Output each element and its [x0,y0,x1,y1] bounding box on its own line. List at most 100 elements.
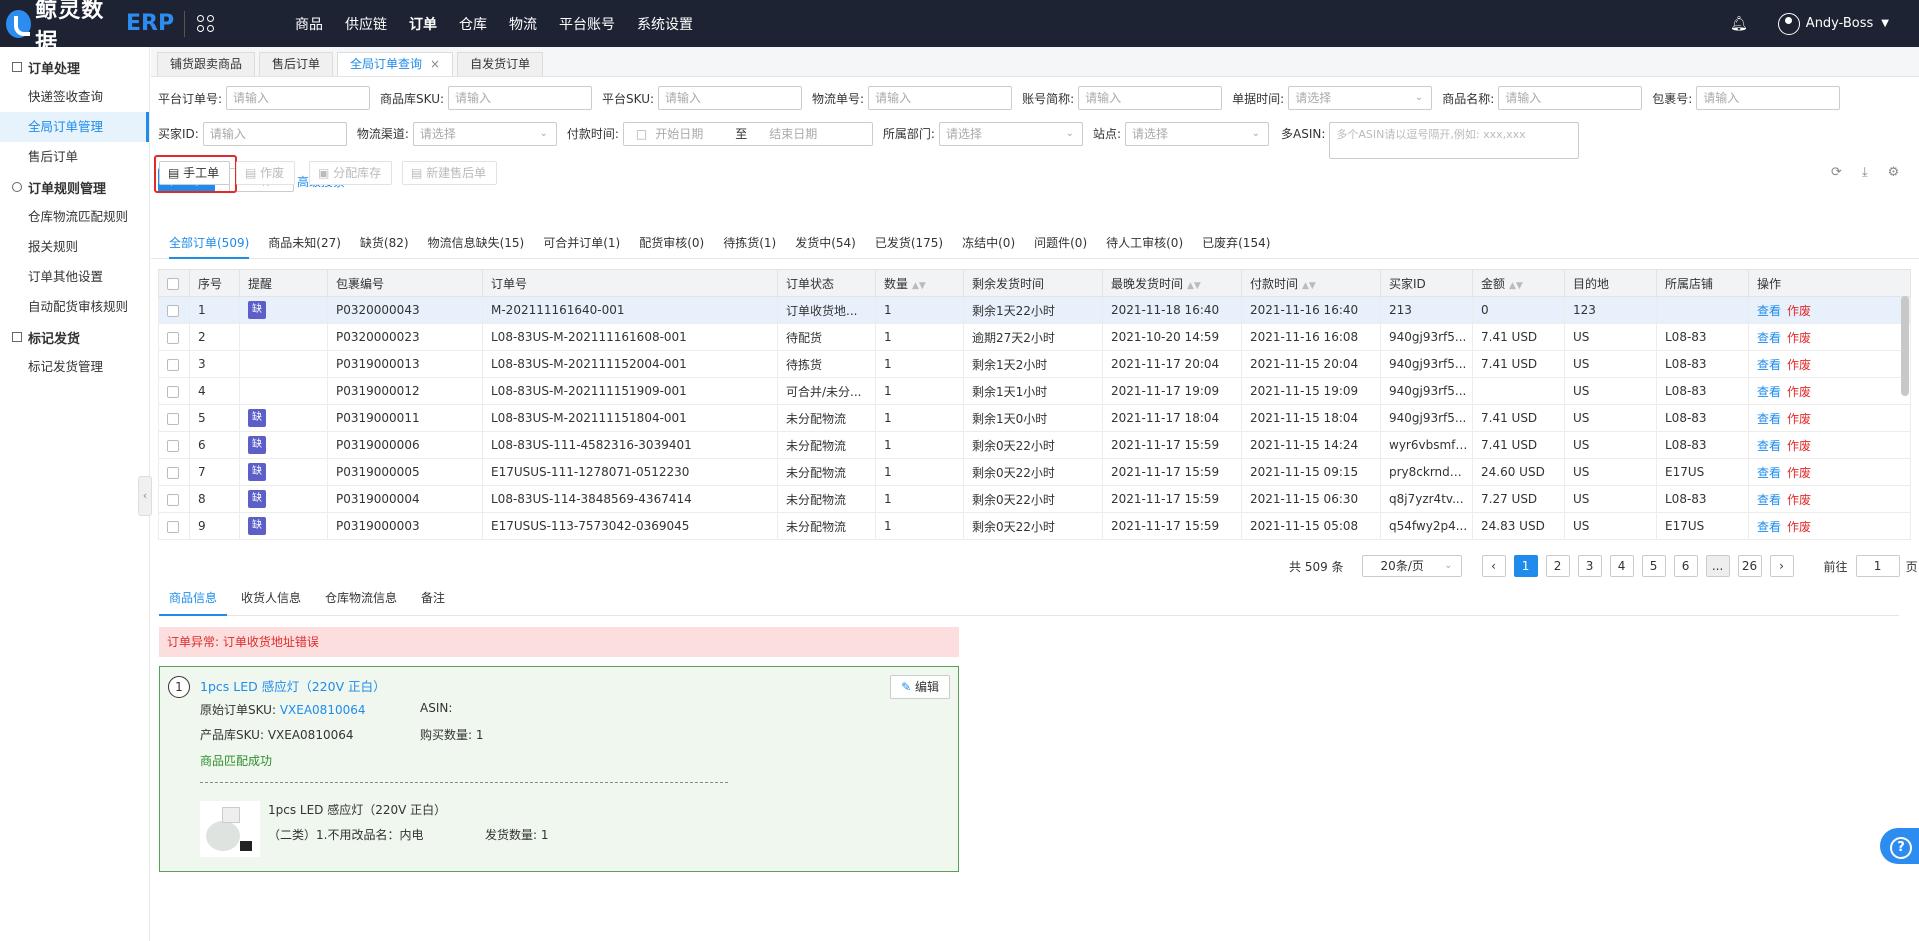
view-link[interactable]: 查看 [1757,358,1781,372]
sidebar-group-mark-shipping[interactable]: 标记发货 [0,322,149,352]
table-row[interactable]: 5 缺 P0319000011 L08-83US-M-202111151804-001… [158,404,1911,432]
col-qty[interactable]: 数量 ▲▼ [875,269,964,297]
nav-item-warehouse[interactable]: 仓库 [459,14,487,34]
nav-item-logistics[interactable]: 物流 [509,14,537,34]
table-row[interactable]: 8 缺 P0319000004 L08-83US-114-3848569-436741… [158,485,1911,513]
apps-icon[interactable] [197,14,215,33]
prev-page-button[interactable]: ‹ [1481,555,1506,577]
status-tab-mergeable[interactable]: 可合并订单(1) [543,231,620,259]
status-tab-out-of-stock[interactable]: 缺货(82) [360,231,409,259]
select-all-checkbox[interactable] [158,269,190,297]
sort-icon[interactable]: ▲▼ [1187,281,1201,291]
user-name[interactable]: Andy-Boss [1806,16,1874,31]
pay-time-range[interactable]: □ 开始日期 至 结束日期 [622,122,873,146]
status-tab-allocation-review[interactable]: 配货审核(0) [639,231,704,259]
checkbox[interactable] [167,277,179,290]
tab-recipient-info[interactable]: 收货人信息 [231,586,311,616]
col-pay-time[interactable]: 付款时间 ▲▼ [1241,269,1381,297]
chevron-down-icon[interactable]: ▼ [1881,18,1889,29]
table-row[interactable]: 4 P0319000012 L08-83US-M-202111151909-001 可… [158,377,1911,405]
status-tab-manual-review[interactable]: 待人工审核(0) [1106,231,1183,259]
logistics-channel-select[interactable]: 请选择 ⌄ [412,122,557,146]
view-link[interactable]: 查看 [1757,304,1781,318]
nav-item-supply-chain[interactable]: 供应链 [345,14,387,34]
page-ellipsis[interactable]: ... [1705,555,1730,577]
status-tab-problem[interactable]: 问题件(0) [1034,231,1087,259]
tab-aftersale-orders[interactable]: 售后订单 [259,52,334,76]
tab-product-info[interactable]: 商品信息 [159,586,228,616]
status-tab-shipped[interactable]: 已发货(175) [875,231,943,259]
end-date[interactable]: 结束日期 [769,123,817,145]
sidebar-group-order-processing[interactable]: 订单处理 [0,52,149,82]
gear-icon[interactable]: ⚙ [1888,165,1900,180]
nav-item-products[interactable]: 商品 [295,14,323,34]
page-size-select[interactable]: 20条/页 ⌄ [1361,555,1462,577]
sort-icon[interactable]: ▲▼ [1509,281,1523,291]
sort-icon[interactable]: ▲▼ [1302,281,1316,291]
goto-page-input[interactable]: 1 [1855,555,1900,577]
multi-asin-textarea[interactable]: 多个ASIN请以逗号隔开,例如: xxx,xxx [1329,122,1580,159]
status-tab-abandoned[interactable]: 已废弃(154) [1202,231,1270,259]
void-link[interactable]: 作废 [1787,412,1811,426]
sidebar-item-aftersale[interactable]: 售后订单 [0,142,149,172]
status-tab-to-pick[interactable]: 待拣货(1) [723,231,776,259]
avatar[interactable] [1777,12,1800,35]
view-link[interactable]: 查看 [1757,385,1781,399]
page-26[interactable]: 26 [1737,555,1762,577]
table-scrollbar[interactable] [1901,296,1909,396]
void-button[interactable]: ▤ 作废 [236,161,296,185]
table-row[interactable]: 9 缺 P0319000003 E17USUS-113-7573042-0369045… [158,512,1911,540]
view-link[interactable]: 查看 [1757,493,1781,507]
product-name-input[interactable]: 请输入 [1498,86,1643,110]
checkbox[interactable] [167,331,179,344]
sort-icon[interactable]: ▲▼ [912,281,926,291]
checkbox[interactable] [167,466,179,479]
table-row[interactable]: 6 缺 P0319000006 L08-83US-111-4582316-303940… [158,431,1911,459]
sidebar-collapse-handle[interactable]: ‹ [138,476,152,516]
checkbox[interactable] [167,493,179,506]
allocate-stock-button[interactable]: ▣ 分配库存 [309,161,393,185]
view-link[interactable]: 查看 [1757,439,1781,453]
site-select[interactable]: 请选择 ⌄ [1125,122,1270,146]
table-row[interactable]: 1 缺 P0320000043 M-202111161640-001 订单收货地... 1… [158,296,1911,324]
manual-order-button[interactable]: ▤ 手工单 [159,161,231,185]
void-link[interactable]: 作废 [1787,385,1811,399]
product-title[interactable]: 1pcs LED 感应灯（220V 正白） [200,676,386,695]
download-icon[interactable]: ⤓ [1862,165,1868,180]
tab-distribution-products[interactable]: 铺货跟卖商品 [157,52,256,76]
status-tab-shipping[interactable]: 发货中(54) [795,231,856,259]
void-link[interactable]: 作废 [1787,439,1811,453]
page-5[interactable]: 5 [1641,555,1666,577]
sidebar-item-mark-shipping-manage[interactable]: 标记发货管理 [0,352,149,382]
checkbox[interactable] [167,412,179,425]
status-tab-all[interactable]: 全部订单(509) [169,231,250,259]
platform-order-no-input[interactable]: 请输入 [226,86,371,110]
edit-button[interactable]: ✎ 编辑 [890,675,950,699]
table-row[interactable]: 2 P0320000023 L08-83US-M-202111161608-001 待… [158,323,1911,351]
sidebar-item-global-orders[interactable]: 全局订单管理 [0,112,149,142]
logo[interactable]: 鲸灵数据 ERP [0,0,215,55]
sidebar-item-express-signoff[interactable]: 快递签收查询 [0,82,149,112]
void-link[interactable]: 作废 [1787,331,1811,345]
new-aftersale-button[interactable]: ▤ 新建售后单 [402,161,498,185]
help-button[interactable]: ? [1880,828,1919,864]
checkbox[interactable] [167,385,179,398]
checkbox[interactable] [167,520,179,533]
product-thumbnail[interactable] [200,801,260,857]
view-link[interactable]: 查看 [1757,331,1781,345]
account-abbr-input[interactable]: 请输入 [1078,86,1223,110]
view-link[interactable]: 查看 [1757,412,1781,426]
department-select[interactable]: 请选择 ⌄ [938,122,1083,146]
nav-item-system-settings[interactable]: 系统设置 [637,14,693,34]
sidebar-item-auto-allocate-rules[interactable]: 自动配货审核规则 [0,292,149,322]
view-link[interactable]: 查看 [1757,466,1781,480]
checkbox[interactable] [167,304,179,317]
page-1[interactable]: 1 [1513,555,1538,577]
void-link[interactable]: 作废 [1787,520,1811,534]
buyer-id-input[interactable]: 请输入 [202,122,347,146]
refresh-icon[interactable]: ⟳ [1831,165,1842,180]
page-2[interactable]: 2 [1545,555,1570,577]
view-link[interactable]: 查看 [1757,520,1781,534]
page-6[interactable]: 6 [1673,555,1698,577]
nav-item-orders[interactable]: 订单 [409,14,437,34]
